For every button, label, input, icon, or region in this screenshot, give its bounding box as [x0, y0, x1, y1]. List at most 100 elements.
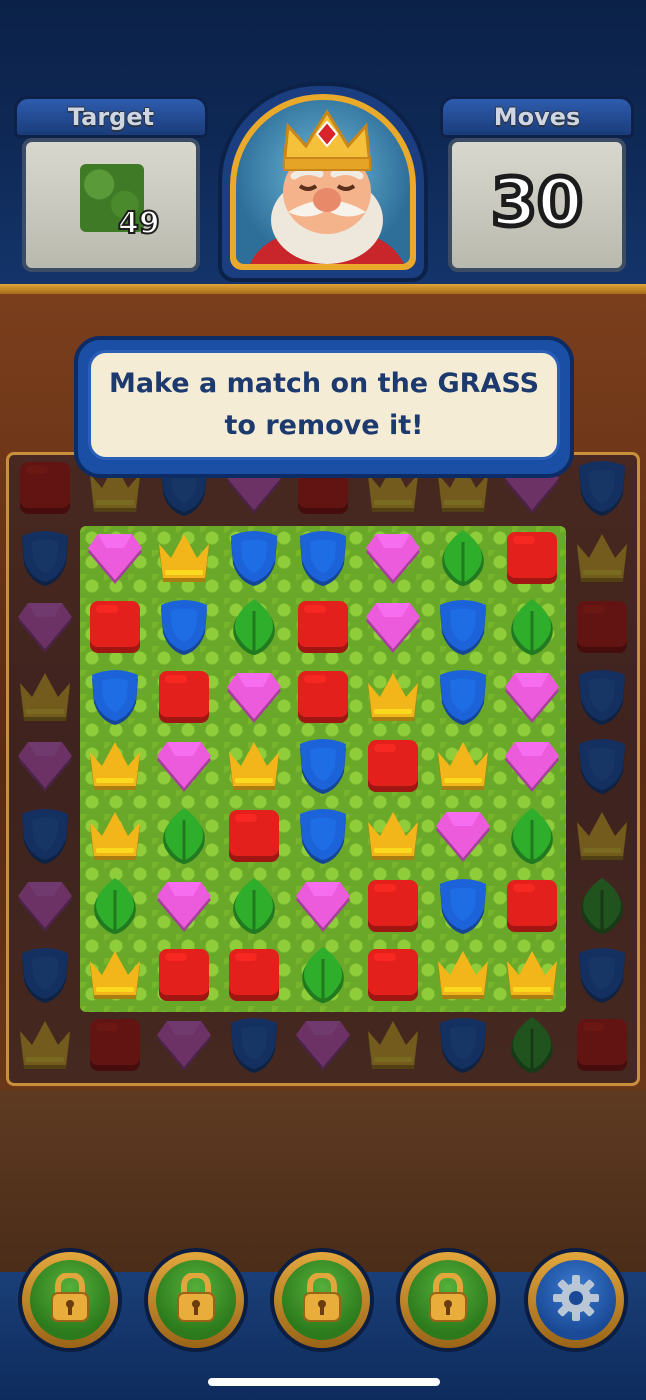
gem-tile[interactable]: [153, 1015, 215, 1077]
crown-tile[interactable]: [571, 528, 633, 590]
gem-icon: [505, 742, 560, 793]
cube-tile[interactable]: [362, 736, 424, 798]
gem-tile[interactable]: [14, 736, 76, 798]
leaf-tile[interactable]: [223, 876, 285, 938]
gem-tile[interactable]: [153, 736, 215, 798]
target-box: 49: [22, 138, 200, 272]
gem-tile[interactable]: [501, 667, 563, 729]
cube-tile[interactable]: [362, 945, 424, 1007]
shield-icon: [578, 461, 625, 516]
shield-tile[interactable]: [571, 458, 633, 520]
shield-tile[interactable]: [84, 667, 146, 729]
cube-tile[interactable]: [571, 597, 633, 659]
leaf-tile[interactable]: [223, 597, 285, 659]
leaf-tile[interactable]: [432, 528, 494, 590]
shield-icon: [300, 530, 347, 586]
lock-icon: [426, 1271, 470, 1327]
cube-icon: [228, 949, 279, 1002]
gem-tile[interactable]: [14, 876, 76, 938]
gem-icon: [18, 881, 72, 932]
crown-tile[interactable]: [432, 736, 494, 798]
leaf-tile[interactable]: [501, 597, 563, 659]
crown-icon: [368, 812, 418, 860]
cube-tile[interactable]: [223, 945, 285, 1007]
gem-tile[interactable]: [292, 1015, 354, 1077]
crown-tile[interactable]: [153, 528, 215, 590]
crown-tile[interactable]: [14, 1015, 76, 1077]
leaf-tile[interactable]: [501, 1015, 563, 1077]
shield-tile[interactable]: [432, 1015, 494, 1077]
leaf-icon: [511, 599, 554, 656]
crown-tile[interactable]: [362, 806, 424, 868]
gem-tile[interactable]: [432, 806, 494, 868]
cube-tile[interactable]: [153, 945, 215, 1007]
cube-tile[interactable]: [153, 667, 215, 729]
gem-tile[interactable]: [153, 876, 215, 938]
crown-tile[interactable]: [223, 736, 285, 798]
cube-tile[interactable]: [84, 597, 146, 659]
gem-icon: [157, 742, 212, 793]
shield-tile[interactable]: [14, 528, 76, 590]
cube-tile[interactable]: [501, 528, 563, 590]
cube-icon: [507, 531, 558, 584]
gem-icon: [226, 672, 281, 723]
leaf-tile[interactable]: [501, 806, 563, 868]
gem-tile[interactable]: [14, 597, 76, 659]
cube-tile[interactable]: [14, 458, 76, 520]
shield-tile[interactable]: [571, 736, 633, 798]
crown-tile[interactable]: [362, 1015, 424, 1077]
crown-icon: [437, 951, 488, 1000]
leaf-tile[interactable]: [84, 876, 146, 938]
booster-slot-3[interactable]: [270, 1248, 374, 1352]
shield-icon: [161, 600, 208, 656]
gem-tile[interactable]: [501, 736, 563, 798]
cube-tile[interactable]: [223, 806, 285, 868]
cube-tile[interactable]: [501, 876, 563, 938]
home-indicator[interactable]: [208, 1378, 440, 1386]
crown-icon: [228, 742, 279, 791]
crown-tile[interactable]: [571, 806, 633, 868]
tooltip-line-2: to remove it!: [224, 410, 424, 441]
leaf-tile[interactable]: [292, 945, 354, 1007]
shield-tile[interactable]: [223, 1015, 285, 1077]
booster-slot-1[interactable]: [18, 1248, 122, 1352]
gem-tile[interactable]: [84, 528, 146, 590]
crown-tile[interactable]: [362, 667, 424, 729]
settings-button[interactable]: [524, 1248, 628, 1352]
cube-tile[interactable]: [571, 1015, 633, 1077]
booster-slot-2[interactable]: [144, 1248, 248, 1352]
shield-tile[interactable]: [432, 597, 494, 659]
gem-tile[interactable]: [292, 876, 354, 938]
shield-tile[interactable]: [14, 806, 76, 868]
crown-tile[interactable]: [501, 945, 563, 1007]
gem-tile[interactable]: [362, 597, 424, 659]
crown-tile[interactable]: [14, 667, 76, 729]
crown-tile[interactable]: [84, 945, 146, 1007]
booster-slot-4[interactable]: [396, 1248, 500, 1352]
leaf-tile[interactable]: [571, 876, 633, 938]
shield-tile[interactable]: [432, 876, 494, 938]
shield-icon: [230, 530, 277, 586]
cube-tile[interactable]: [292, 597, 354, 659]
shield-tile[interactable]: [14, 945, 76, 1007]
shield-tile[interactable]: [292, 528, 354, 590]
gem-tile[interactable]: [223, 667, 285, 729]
cube-tile[interactable]: [84, 1015, 146, 1077]
crown-tile[interactable]: [432, 945, 494, 1007]
cube-tile[interactable]: [362, 876, 424, 938]
shield-tile[interactable]: [292, 806, 354, 868]
shield-tile[interactable]: [292, 736, 354, 798]
leaf-tile[interactable]: [153, 806, 215, 868]
shield-tile[interactable]: [571, 667, 633, 729]
crown-tile[interactable]: [84, 736, 146, 798]
shield-tile[interactable]: [571, 945, 633, 1007]
tooltip-line-1: Make a match on the GRASS: [108, 368, 540, 399]
gem-tile[interactable]: [362, 528, 424, 590]
shield-tile[interactable]: [432, 667, 494, 729]
shield-tile[interactable]: [223, 528, 285, 590]
crown-tile[interactable]: [84, 806, 146, 868]
shield-tile[interactable]: [153, 597, 215, 659]
leaf-icon: [163, 808, 206, 864]
shield-icon: [439, 1017, 486, 1073]
cube-tile[interactable]: [292, 667, 354, 729]
